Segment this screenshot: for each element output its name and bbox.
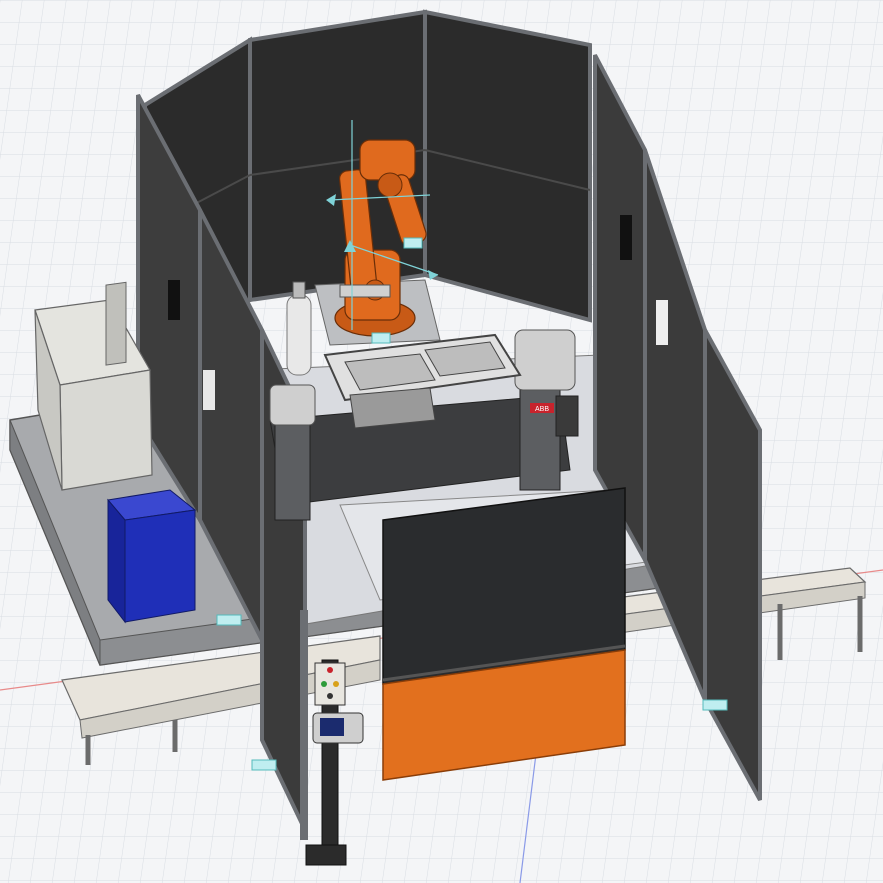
joint-marker-icon [216, 614, 242, 626]
cad-3d-viewport[interactable]: ABB [0, 0, 883, 883]
pendant-screen [320, 718, 344, 736]
joint-marker-icon [403, 237, 423, 249]
blue-cabinet[interactable] [107, 489, 197, 624]
roll-up-door[interactable] [382, 487, 626, 781]
hold-button[interactable] [333, 681, 339, 687]
joint-marker-icon [371, 332, 391, 344]
positioner-logo-text: ABB [535, 406, 549, 413]
cad-scene[interactable]: ABB [0, 0, 883, 883]
fence-window [620, 215, 632, 260]
start-button[interactable] [321, 681, 327, 687]
fence-window [203, 370, 215, 410]
estop-button[interactable] [327, 667, 333, 673]
fence-window [168, 280, 180, 320]
joint-marker-icon [702, 699, 728, 711]
flexpendant[interactable] [312, 712, 364, 744]
fence-window [656, 300, 668, 345]
fence-post [300, 610, 308, 840]
joint-marker-icon [251, 759, 277, 771]
reset-button[interactable] [327, 693, 333, 699]
